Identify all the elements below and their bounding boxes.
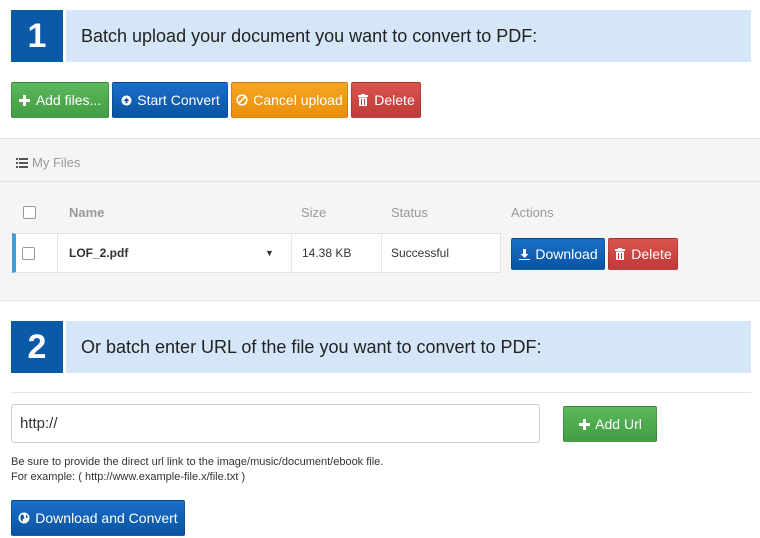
add-url-label: Add Url	[595, 416, 642, 432]
column-divider	[381, 234, 382, 272]
step-1-header: 1 Batch upload your document you want to…	[11, 10, 751, 62]
file-options-caret-icon[interactable]: ▼	[265, 234, 274, 272]
file-size: 14.38 KB	[302, 246, 352, 260]
cancel-upload-label: Cancel upload	[253, 92, 343, 108]
step-2-number: 2	[11, 321, 63, 373]
list-icon	[16, 157, 28, 169]
add-files-label: Add files...	[35, 92, 102, 108]
cancel-upload-button[interactable]: Cancel upload	[231, 82, 348, 118]
file-row-checkbox[interactable]	[22, 246, 35, 260]
column-header-name[interactable]: Name	[69, 205, 104, 220]
trash-icon	[614, 248, 626, 260]
ban-icon	[236, 94, 248, 106]
add-files-button[interactable]: Add files...	[11, 82, 109, 118]
download-and-convert-button[interactable]: Download and Convert	[11, 500, 185, 536]
column-header-status: Status	[391, 205, 428, 220]
files-panel-title: My Files	[16, 155, 80, 170]
my-files-label: My Files	[32, 155, 81, 170]
column-divider	[291, 234, 292, 272]
start-convert-label: Start Convert	[137, 92, 220, 108]
download-file-button[interactable]: Download	[511, 238, 605, 270]
plus-icon	[19, 94, 31, 106]
plus-icon	[578, 418, 590, 430]
trash-icon	[357, 94, 369, 106]
file-row: LOF_2.pdf ▼ 14.38 KB Successful	[12, 233, 501, 273]
add-url-button[interactable]: Add Url	[563, 406, 657, 442]
files-panel: My Files Name Size Status Actions LOF_2.…	[0, 138, 760, 301]
upload-circle-icon	[120, 94, 132, 106]
url-input[interactable]	[11, 404, 540, 443]
step-2-header: 2 Or batch enter URL of the file you wan…	[11, 321, 751, 373]
download-label: Download	[535, 246, 598, 262]
globe-icon	[18, 512, 30, 524]
step-1-title: Batch upload your document you want to c…	[66, 10, 751, 62]
delete-label: Delete	[374, 92, 415, 108]
download-icon	[518, 248, 530, 260]
column-divider	[57, 234, 58, 272]
column-header-size: Size	[301, 205, 327, 220]
step-1-number: 1	[11, 10, 63, 62]
file-name: LOF_2.pdf	[69, 246, 129, 260]
download-and-convert-label: Download and Convert	[35, 510, 178, 526]
start-convert-button[interactable]: Start Convert	[112, 82, 228, 118]
files-panel-header: My Files	[0, 139, 760, 182]
column-header-actions: Actions	[511, 205, 554, 220]
delete-file-button[interactable]: Delete	[608, 238, 678, 270]
delete-file-label: Delete	[631, 246, 672, 262]
divider	[11, 392, 751, 393]
url-hint: Be sure to provide the direct url link t…	[11, 456, 384, 468]
file-row-checkbox-cell	[22, 234, 35, 272]
file-status: Successful	[391, 246, 450, 260]
url-example: For example: ( http://www.example-file.x…	[11, 471, 246, 483]
delete-button[interactable]: Delete	[351, 82, 421, 118]
select-all-checkbox[interactable]	[23, 206, 36, 219]
step-2-title: Or batch enter URL of the file you want …	[66, 321, 751, 373]
